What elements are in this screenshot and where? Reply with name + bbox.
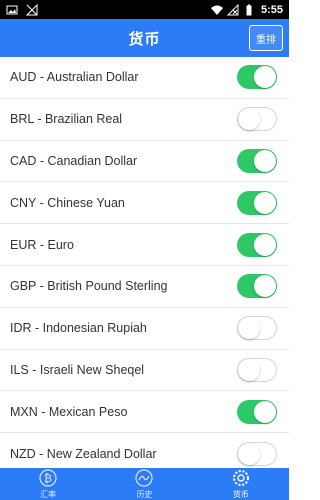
toggle-knob [238, 108, 260, 131]
currency-label: GBP - British Pound Sterling [10, 279, 168, 294]
toggle-knob [254, 400, 276, 423]
bottom-tab-bar: ₿ 汇率 历史 货币 [0, 468, 289, 500]
currency-toggle[interactable] [237, 190, 277, 215]
currency-row: EUR - Euro [0, 224, 289, 266]
toggle-knob [238, 317, 260, 340]
currency-label: EUR - Euro [10, 237, 74, 252]
app-bar: 货币 重排 [0, 19, 289, 57]
status-time: 5:55 [260, 3, 283, 16]
tab-0[interactable]: ₿ 汇率 [39, 468, 57, 500]
gear-icon [232, 469, 250, 489]
toggle-knob [254, 233, 276, 256]
currency-row: CAD - Canadian Dollar [0, 141, 289, 183]
currency-toggle[interactable] [237, 441, 277, 466]
toggle-knob [254, 275, 276, 298]
currency-label: AUD - Australian Dollar [10, 70, 139, 85]
currency-toggle[interactable] [237, 399, 277, 424]
chart-circle-icon [135, 468, 154, 489]
tab-2[interactable]: 货币 [232, 469, 250, 500]
reorder-button[interactable]: 重排 [249, 25, 283, 51]
currency-toggle[interactable] [237, 107, 277, 132]
no-signal-icon [26, 3, 38, 15]
currency-row: ILS - Israeli New Sheqel [0, 350, 289, 392]
toggle-knob [238, 442, 260, 465]
currency-row: AUD - Australian Dollar [0, 57, 289, 99]
currency-toggle[interactable] [237, 65, 277, 90]
currency-label: NZD - New Zealand Dollar [10, 446, 157, 461]
currency-label: IDR - Indonesian Rupiah [10, 321, 147, 336]
currency-row: GBP - British Pound Sterling [0, 266, 289, 308]
currency-label: CAD - Canadian Dollar [10, 153, 138, 168]
currency-row: MXN - Mexican Peso [0, 391, 289, 434]
currency-label: BRL - Brazilian Real [10, 112, 123, 127]
toggle-knob [254, 66, 276, 89]
currency-row: CNY - Chinese Yuan [0, 182, 289, 225]
svg-text:₿: ₿ [44, 472, 52, 485]
currency-label: CNY - Chinese Yuan [10, 195, 125, 210]
currency-label: MXN - Mexican Peso [10, 404, 128, 419]
wifi-icon [210, 5, 223, 15]
currency-row: BRL - Brazilian Real [0, 99, 289, 141]
currency-toggle[interactable] [237, 232, 277, 257]
page-title: 货币 [128, 30, 161, 48]
currency-label: ILS - Israeli New Sheqel [10, 362, 145, 377]
currency-row: IDR - Indonesian Rupiah [0, 308, 289, 350]
tab-1[interactable]: 历史 [135, 468, 154, 500]
currency-toggle[interactable] [237, 274, 277, 299]
toggle-knob [254, 191, 276, 214]
cellular-off-icon [226, 3, 239, 15]
currency-toggle[interactable] [237, 316, 277, 341]
image-icon [6, 5, 18, 14]
currency-list: AUD - Australian Dollar BRL - Brazilian R… [0, 57, 289, 475]
status-bar: 5:55 [0, 0, 289, 19]
tab-label: 汇率 [40, 489, 57, 499]
tab-label: 历史 [136, 489, 153, 499]
battery-icon [246, 4, 252, 15]
tab-label: 货币 [232, 489, 249, 499]
currency-toggle[interactable] [237, 148, 277, 173]
toggle-knob [238, 358, 260, 381]
toggle-knob [254, 149, 276, 172]
currency-toggle[interactable] [237, 357, 277, 382]
bitcoin-icon: ₿ [39, 468, 57, 489]
